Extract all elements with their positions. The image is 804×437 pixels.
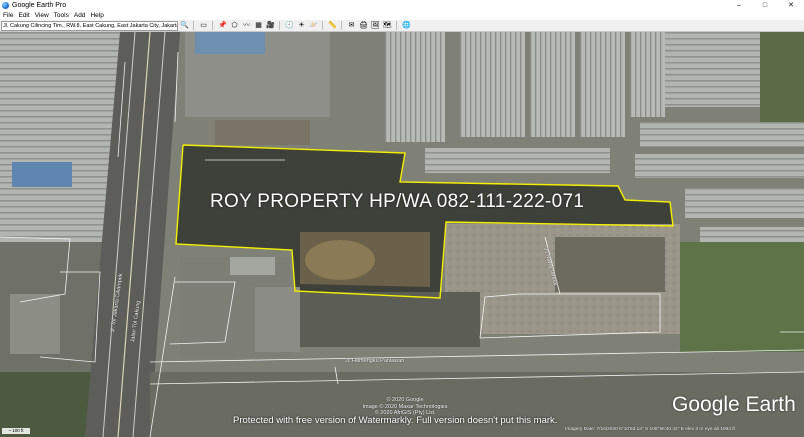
toolbar-divider <box>279 21 280 30</box>
add-overlay-icon[interactable]: ▦ <box>253 21 264 31</box>
search-input[interactable]: Jl. Cakung Cilincing Tim., RW.8, East Ca… <box>1 20 178 31</box>
add-placemark-icon[interactable]: 📌 <box>217 21 228 31</box>
window-controls: – □ ✕ <box>726 0 804 11</box>
menu-tools[interactable]: Tools <box>54 11 69 20</box>
toolbar-divider <box>341 21 342 30</box>
maps-icon[interactable]: 🗺 <box>382 21 393 31</box>
scale-legend: ~ 100 ft <box>2 428 30 434</box>
window-title: Google Earth Pro <box>12 2 67 9</box>
menu-add[interactable]: Add <box>74 11 86 20</box>
print-icon[interactable]: 🖨 <box>358 21 369 31</box>
warehouse-block <box>385 32 445 142</box>
title-bar: Google Earth Pro – □ ✕ <box>0 0 804 11</box>
add-polygon-icon[interactable]: ⬠ <box>229 21 240 31</box>
satellite-imagery <box>0 32 804 437</box>
google-earth-logo: Google Earth <box>672 393 796 416</box>
status-bar: ~ 100 ft Imagery Date: 7/15/2020 6°10'53… <box>0 424 804 437</box>
close-button[interactable]: ✕ <box>778 0 804 11</box>
google-earth-app-icon <box>2 2 9 9</box>
sidebar-icon[interactable]: ▭ <box>198 21 209 31</box>
sunlight-icon[interactable]: ☀ <box>296 21 307 31</box>
toolbar-divider <box>322 21 323 30</box>
ruler-icon[interactable]: 📏 <box>327 21 338 31</box>
planets-icon[interactable]: 🪐 <box>308 21 319 31</box>
minimize-button[interactable]: – <box>726 0 752 11</box>
earth-icon[interactable]: 🌐 <box>401 21 412 31</box>
imagery-copyright: © 2020 Google Image © 2020 Maxar Technol… <box>360 397 450 417</box>
search-icon[interactable]: 🔍 <box>179 21 190 31</box>
property-banner: ROY PROPERTY HP/WA 082-111-222-071 <box>210 191 585 212</box>
toolbar-divider <box>396 21 397 30</box>
menu-file[interactable]: File <box>3 11 13 20</box>
road-label: Jl. Hamengku Pahlawan <box>345 358 405 364</box>
menu-help[interactable]: Help <box>90 11 103 20</box>
toolbar-divider <box>212 21 213 30</box>
email-icon[interactable]: ✉ <box>346 21 357 31</box>
menu-view[interactable]: View <box>35 11 49 20</box>
imagery-status: Imagery Date: 7/15/2020 6°10'53.13" S 10… <box>565 427 735 432</box>
menu-edit[interactable]: Edit <box>18 11 29 20</box>
add-path-icon[interactable]: 〰 <box>241 21 252 31</box>
save-image-icon[interactable]: 🖼 <box>370 21 381 31</box>
toolbar: Jl. Cakung Cilincing Tim., RW.8, East Ca… <box>0 20 804 32</box>
map-view[interactable]: ROY PROPERTY HP/WA 082-111-222-071 Jl. T… <box>0 32 804 437</box>
record-tour-icon[interactable]: 🎥 <box>265 21 276 31</box>
toolbar-divider <box>193 21 194 30</box>
historical-imagery-icon[interactable]: 🕘 <box>284 21 295 31</box>
menu-bar: File Edit View Tools Add Help <box>0 11 804 20</box>
maximize-button[interactable]: □ <box>752 0 778 11</box>
